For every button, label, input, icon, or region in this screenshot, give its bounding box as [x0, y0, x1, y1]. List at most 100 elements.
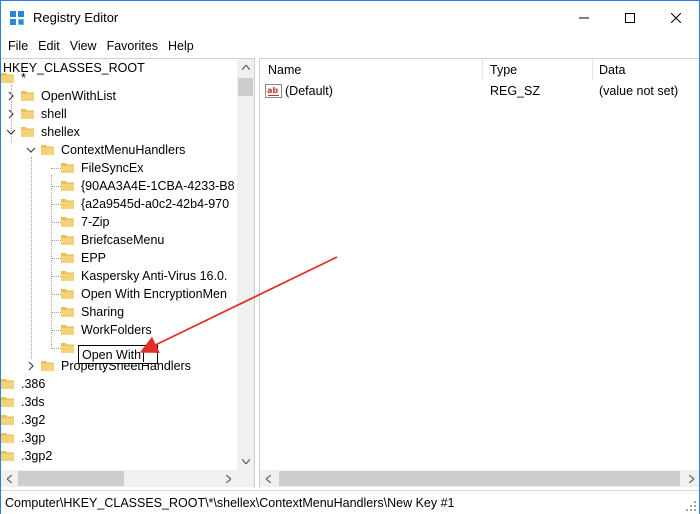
status-bar: Computer\HKEY_CLASSES_ROOT\*\shellex\Con…	[1, 490, 699, 514]
scroll-right-button[interactable]	[220, 470, 237, 487]
tree-item[interactable]: EPP	[1, 249, 237, 267]
registry-editor-app-icon	[10, 11, 24, 25]
folder-icon	[61, 325, 74, 335]
maximize-button[interactable]	[607, 1, 653, 35]
tree-item[interactable]: .3gp	[1, 429, 237, 447]
tree-vertical-scroll-thumb[interactable]	[238, 78, 253, 96]
tree-item[interactable]: shell	[1, 105, 237, 123]
tree-connector-line	[51, 294, 61, 295]
folder-icon	[21, 127, 34, 137]
tree-item[interactable]: {a2a9545d-a0c2-42b4-970	[1, 195, 237, 213]
scroll-left-button[interactable]	[1, 470, 18, 487]
key-tree-pane[interactable]: HKEY_CLASSES_ROOT * OpenWithList shell shel…	[1, 58, 255, 488]
menu-favorites[interactable]: Favorites	[102, 36, 163, 56]
tree-item-label: .3gp	[21, 431, 46, 445]
svg-text:ab: ab	[267, 86, 278, 95]
folder-icon	[1, 415, 14, 425]
tree-item[interactable]: .3ds	[1, 393, 237, 411]
tree-horizontal-scrollbar[interactable]	[1, 470, 237, 487]
chevron-left-icon	[266, 474, 271, 483]
list-horizontal-scrollbar[interactable]	[260, 470, 699, 487]
tree-item[interactable]: ContextMenuHandlers	[1, 141, 237, 159]
value-data: (value not set)	[599, 84, 679, 98]
tree-item[interactable]: 7-Zip	[1, 213, 237, 231]
column-header-data[interactable]: Data	[599, 62, 625, 78]
column-separator[interactable]	[592, 59, 593, 80]
menu-edit[interactable]: Edit	[33, 36, 65, 56]
title-bar[interactable]: Registry Editor	[1, 1, 699, 35]
tree-item-label: ContextMenuHandlers	[61, 143, 186, 157]
tree-item[interactable]: Open With EncryptionMen	[1, 285, 237, 303]
tree-item[interactable]: OpenWithList	[1, 87, 237, 105]
tree-item-label: {a2a9545d-a0c2-42b4-970	[81, 197, 230, 211]
tree-item[interactable]: FileSyncEx	[1, 159, 237, 177]
tree-item[interactable]: .386	[1, 375, 237, 393]
chevron-down-icon	[241, 459, 250, 464]
folder-icon	[41, 145, 54, 155]
reg-string-icon: ab	[265, 84, 282, 98]
tree-connector-line	[51, 258, 61, 259]
tree-connector-line	[51, 312, 61, 313]
resize-grip-icon[interactable]	[685, 500, 697, 512]
scroll-up-button[interactable]	[237, 59, 254, 76]
tree-item[interactable]: .3g2	[1, 411, 237, 429]
close-button[interactable]	[653, 1, 699, 35]
tree-connector-line	[11, 85, 12, 143]
tree-item[interactable]: BriefcaseMenu	[1, 231, 237, 249]
list-scroll-left-button[interactable]	[260, 470, 277, 487]
tree-item-label: .3g2	[21, 413, 46, 427]
tree-item[interactable]: shellex	[1, 123, 237, 141]
column-header-type[interactable]: Type	[490, 62, 517, 78]
column-separator[interactable]	[482, 59, 483, 80]
tree-item[interactable]: *	[1, 69, 237, 87]
minimize-button[interactable]	[561, 1, 607, 35]
chevron-right-icon[interactable]	[25, 360, 37, 372]
tree-item-label: {90AA3A4E-1CBA-4233-B8	[81, 179, 235, 193]
folder-icon	[41, 361, 54, 371]
menu-file[interactable]: File	[3, 36, 33, 56]
tree-item-label: shellex	[41, 125, 80, 139]
value-type: REG_SZ	[490, 84, 541, 98]
tree-horizontal-scroll-thumb[interactable]	[18, 471, 124, 486]
tree-item[interactable]: .3gp2	[1, 447, 237, 465]
value-name[interactable]: (Default)	[285, 83, 333, 99]
folder-icon	[61, 163, 74, 173]
text-caret	[143, 348, 144, 362]
rename-key-input[interactable]: Open With	[78, 345, 158, 364]
column-header-name[interactable]: Name	[268, 62, 301, 78]
tree-connector-line	[51, 222, 61, 223]
folder-icon	[61, 307, 74, 317]
folder-icon	[61, 181, 74, 191]
tree-connector-line	[51, 175, 52, 349]
tree-vertical-scrollbar[interactable]	[237, 59, 254, 470]
key-tree: HKEY_CLASSES_ROOT * OpenWithList shell shel…	[1, 59, 237, 470]
list-scroll-right-button[interactable]	[683, 470, 699, 487]
folder-icon	[1, 451, 14, 461]
folder-icon	[61, 217, 74, 227]
minimize-icon	[579, 17, 589, 19]
tree-item-label: Kaspersky Anti-Virus 16.0.	[81, 269, 228, 283]
tree-connector-line	[51, 240, 61, 241]
tree-item[interactable]: Sharing	[1, 303, 237, 321]
menu-bar: File Edit View Favorites Help	[1, 35, 699, 57]
tree-item[interactable]: WorkFolders	[1, 321, 237, 339]
tree-connector-line	[31, 157, 32, 359]
tree-item[interactable]: Kaspersky Anti-Virus 16.0.	[1, 267, 237, 285]
tree-item-label: EPP	[81, 251, 107, 265]
chevron-up-icon	[241, 65, 250, 70]
chevron-down-icon[interactable]	[25, 144, 37, 156]
tree-connector-line	[51, 186, 61, 187]
rename-key-value: Open With	[82, 348, 142, 362]
scroll-down-button[interactable]	[237, 453, 254, 470]
tree-item[interactable]: {90AA3A4E-1CBA-4233-B8	[1, 177, 237, 195]
folder-icon	[21, 109, 34, 119]
menu-view[interactable]: View	[65, 36, 102, 56]
values-list-pane[interactable]: Name Type Data ab (Default) REG_SZ (valu…	[259, 58, 699, 488]
tree-connector-line	[51, 276, 61, 277]
list-horizontal-scroll-thumb[interactable]	[279, 471, 680, 486]
tree-item-label: .3gp2	[21, 449, 53, 463]
folder-icon	[21, 91, 34, 101]
menu-help[interactable]: Help	[163, 36, 199, 56]
folder-icon	[61, 253, 74, 263]
folder-icon	[1, 433, 14, 443]
